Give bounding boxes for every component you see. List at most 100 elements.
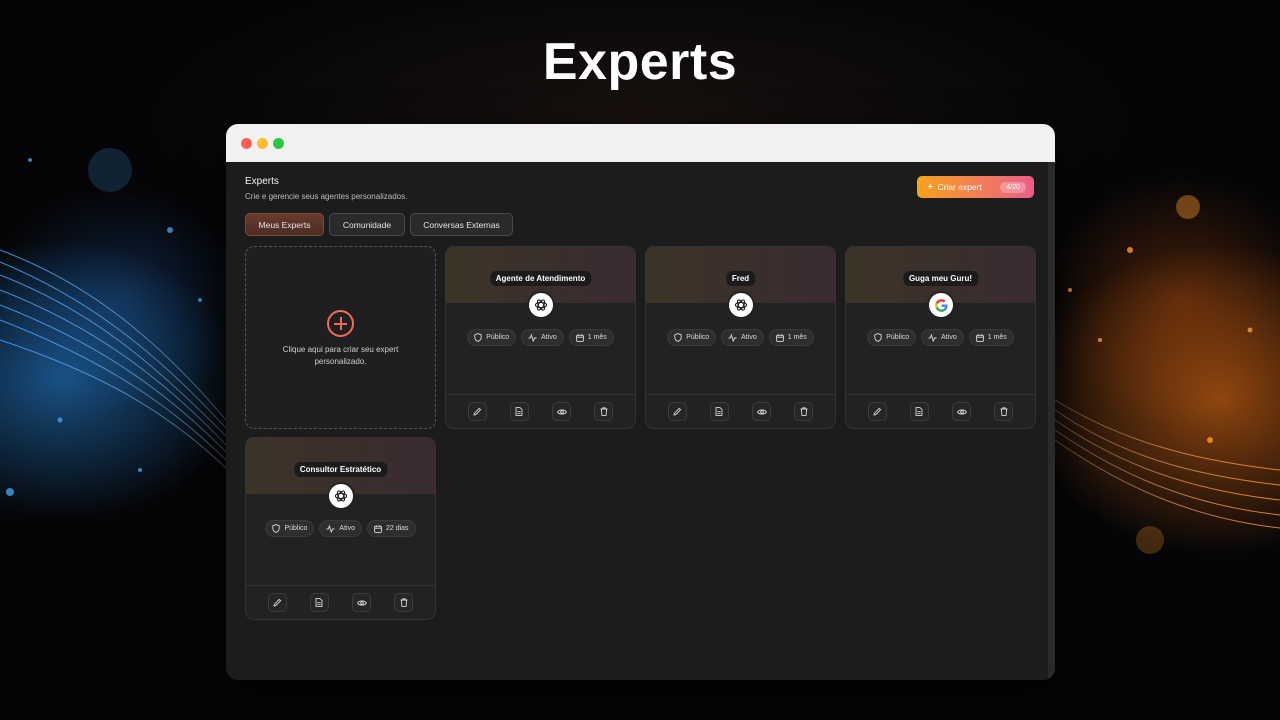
- visibility-text: Público: [686, 334, 710, 341]
- view-button[interactable]: [952, 402, 972, 421]
- delete-button[interactable]: [594, 402, 614, 421]
- eye-icon: [756, 408, 767, 415]
- view-button[interactable]: [352, 593, 372, 612]
- age-text: 1 mês: [787, 334, 807, 341]
- tab-meus-experts[interactable]: Meus Experts: [245, 213, 324, 236]
- view-button[interactable]: [752, 402, 772, 421]
- pencil-icon: [873, 407, 881, 416]
- tab-comunidade[interactable]: Comunidade: [329, 213, 405, 236]
- minimize-window-button[interactable]: [257, 138, 268, 149]
- status-text: Ativo: [941, 334, 957, 341]
- expert-name: Fred: [725, 271, 756, 286]
- status-chip: Ativo: [319, 520, 362, 537]
- status-text: Ativo: [741, 334, 757, 341]
- expert-logo: [529, 293, 553, 317]
- scrollbar[interactable]: [1048, 162, 1055, 680]
- shield-icon: [474, 333, 482, 342]
- add-circle-icon: [327, 310, 354, 337]
- trash-icon: [1000, 407, 1008, 416]
- visibility-chip: Público: [467, 329, 517, 346]
- document-icon: [315, 598, 323, 607]
- expert-name: Guga meu Guru!: [902, 271, 979, 286]
- delete-button[interactable]: [994, 402, 1014, 421]
- calendar-icon: [575, 333, 584, 342]
- documents-button[interactable]: [309, 593, 329, 612]
- age-chip: 1 mês: [768, 329, 814, 346]
- app-window: Experts Crie e gerencie seus agentes per…: [226, 124, 1055, 680]
- expert-name: Consultor Estratético: [293, 462, 388, 477]
- expert-actions: [646, 394, 835, 428]
- visibility-text: Público: [486, 334, 510, 341]
- expert-card[interactable]: Consultor Estratético Público Ativo 22 d…: [245, 437, 436, 620]
- expert-meta: Público Ativo 1 mês: [846, 329, 1035, 346]
- pencil-icon: [273, 598, 281, 607]
- experts-page: Experts Crie e gerencie seus agentes per…: [226, 162, 1055, 680]
- visibility-chip: Público: [667, 329, 717, 346]
- pencil-icon: [473, 407, 481, 416]
- shield-icon: [874, 333, 882, 342]
- expert-actions: [846, 394, 1035, 428]
- expert-actions: [246, 585, 435, 619]
- page-subtitle: Crie e gerencie seus agentes personaliza…: [245, 192, 408, 201]
- expert-name: Agente de Atendimento: [489, 271, 592, 286]
- page-title: Experts: [245, 176, 279, 187]
- expert-logo: [929, 293, 953, 317]
- create-expert-button[interactable]: + Criar expert 4/20: [917, 176, 1034, 198]
- shield-icon: [674, 333, 682, 342]
- calendar-icon: [975, 333, 984, 342]
- delete-button[interactable]: [394, 593, 414, 612]
- expert-logo: [329, 484, 353, 508]
- status-text: Ativo: [541, 334, 557, 341]
- expert-meta: Público Ativo 22 dias: [246, 520, 435, 537]
- create-expert-hint: Clique aqui para criar seu expert person…: [282, 345, 399, 366]
- status-chip: Ativo: [721, 329, 764, 346]
- calendar-icon: [374, 524, 382, 533]
- window-titlebar: [226, 124, 1055, 162]
- expert-meta: Público Ativo 1 mês: [646, 329, 835, 346]
- expert-card[interactable]: Guga meu Guru! Público Ativo 1 mês: [845, 246, 1036, 429]
- edit-button[interactable]: [467, 402, 487, 421]
- age-chip: 1 mês: [568, 329, 614, 346]
- openai-icon: [334, 490, 348, 502]
- edit-button[interactable]: [267, 593, 287, 612]
- expert-card[interactable]: Fred Público Ativo 1 mês: [645, 246, 836, 429]
- activity-icon: [528, 333, 537, 342]
- trash-icon: [600, 407, 608, 416]
- expert-logo: [729, 293, 753, 317]
- edit-button[interactable]: [867, 402, 887, 421]
- activity-icon: [928, 333, 937, 342]
- expert-count-badge: 4/20: [1000, 181, 1026, 193]
- close-window-button[interactable]: [241, 138, 252, 149]
- document-icon: [515, 407, 523, 416]
- age-chip: 22 dias: [366, 520, 416, 537]
- documents-button[interactable]: [909, 402, 929, 421]
- status-chip: Ativo: [521, 329, 564, 346]
- hero-title: Experts: [542, 33, 738, 91]
- visibility-text: Público: [886, 334, 910, 341]
- eye-icon: [956, 408, 967, 415]
- pencil-icon: [673, 407, 681, 416]
- tab-conversas-externas[interactable]: Conversas Externas: [410, 213, 513, 236]
- eye-icon: [356, 599, 367, 606]
- create-expert-label: Criar expert: [937, 182, 982, 192]
- visibility-chip: Público: [867, 329, 917, 346]
- maximize-window-button[interactable]: [273, 138, 284, 149]
- activity-icon: [326, 524, 335, 533]
- expert-actions: [446, 394, 635, 428]
- status-chip: Ativo: [921, 329, 964, 346]
- age-text: 1 mês: [987, 334, 1007, 341]
- create-expert-card[interactable]: Clique aqui para criar seu expert person…: [245, 246, 436, 429]
- documents-button[interactable]: [709, 402, 729, 421]
- openai-icon: [734, 299, 748, 311]
- trash-icon: [800, 407, 808, 416]
- trash-icon: [400, 598, 408, 607]
- eye-icon: [556, 408, 567, 415]
- activity-icon: [728, 333, 737, 342]
- expert-card[interactable]: Agente de Atendimento Público Ativo 1 mê…: [445, 246, 636, 429]
- shield-icon: [272, 524, 281, 533]
- documents-button[interactable]: [509, 402, 529, 421]
- delete-button[interactable]: [794, 402, 814, 421]
- edit-button[interactable]: [667, 402, 687, 421]
- view-button[interactable]: [552, 402, 572, 421]
- document-icon: [715, 407, 723, 416]
